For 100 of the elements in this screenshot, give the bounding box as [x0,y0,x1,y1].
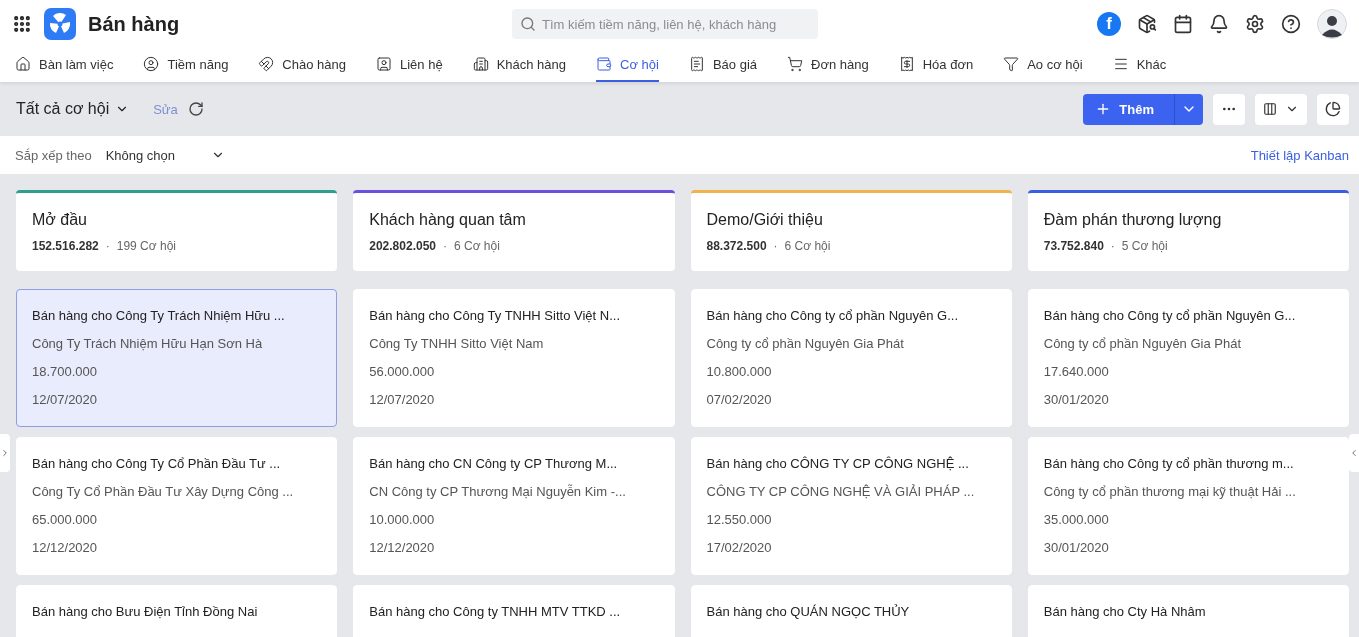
settings-icon[interactable] [1245,14,1265,34]
app-title: Bán hàng [88,12,180,36]
wallet-icon [596,56,613,72]
card-amount: 12.550.000 [706,512,773,527]
nav-tab[interactable]: Báo giá [688,48,757,82]
card-company: Công ty cổ phần thương mại kỹ thuật Hải ... [1043,484,1297,499]
opportunity-card[interactable]: Bán hàng cho Công Ty Cổ Phần Đầu Tư ... Công Ty Cổ Phần Đầu Tư Xây Dựng Công ... 65.000.000 12/12/2020 [16,437,338,575]
card-title: Bán hàng cho Cty Hà Nhâm [1043,604,1207,619]
help-icon[interactable] [1281,14,1301,34]
card-company: Công ty cổ phần Nguyên Gia Phát [1043,336,1243,351]
card-amount: 10.000.000 [369,512,436,527]
card-amount: 65.000.000 [32,512,99,527]
search-field[interactable]: Tìm kiếm tiềm năng, liên hệ, khách hàng [512,9,818,39]
card-title: Bán hàng cho QUÁN NGỌC THỦY [706,604,911,619]
opportunity-card[interactable]: Bán hàng cho Công ty TNHH MTV TTKD ... [353,585,675,637]
nav-tab[interactable]: Ao cơ hội [1003,48,1083,82]
card-title: Bán hàng cho CN Công ty CP Thương M... [369,456,619,471]
opportunity-card[interactable]: Bán hàng cho Công Ty Trách Nhiệm Hữu ... Công Ty Trách Nhiệm Hữu Hạn Sơn Hà 18.700.000 12/07/2020 [16,289,338,427]
menu-icon [1112,56,1129,72]
card-company: Công Ty TNHH Sitto Việt Nam [369,336,545,351]
chevron-left-icon [1349,448,1359,458]
sort-dropdown[interactable]: Không chọn [105,147,226,163]
card-title: Bán hàng cho Công ty cổ phần Nguyên G... [706,308,959,323]
opportunity-card[interactable]: Bán hàng cho Công ty cổ phần thương m... Công ty cổ phần thương mại kỹ thuật Hải ... 35.000.000 30/01/2020 [1027,437,1349,575]
contact-card-icon [376,56,392,72]
card-company: Công ty cổ phần Nguyên Gia Phát [706,336,905,351]
card-amount: 18.700.000 [32,364,99,379]
card-title: Bán hàng cho Bưu Điện Tỉnh Đồng Nai [32,604,259,619]
card-date: 12/07/2020 [369,392,436,407]
card-company: CÔNG TY CP CÔNG NGHỆ VÀ GIẢI PHÁP ... [706,484,976,499]
refresh-icon[interactable] [187,101,204,117]
separator-dot: · [105,239,110,253]
funnel-icon [1003,56,1020,72]
user-circle-icon [143,56,160,72]
apps-grid-icon[interactable] [12,14,32,34]
separator-dot: · [1110,239,1115,253]
column-total: 152.516.282 [32,239,99,253]
opportunity-card[interactable]: Bán hàng cho Cty Hà Nhâm [1027,585,1349,637]
opportunity-card[interactable]: Bán hàng cho CÔNG TY CP CÔNG NGHỆ ... CÔNG TY CP CÔNG NGHỆ VÀ GIẢI PHÁP ... 12.550.000 17/02/2020 [690,437,1012,575]
view-mode-button[interactable] [1255,93,1307,125]
nav-tab[interactable]: Bàn làm việc [15,48,114,82]
box-search-icon[interactable] [1137,14,1157,34]
chart-button[interactable] [1317,93,1349,125]
card-title: Bán hàng cho Công Ty TNHH Sitto Việt N... [369,308,621,323]
opportunity-card[interactable]: Bán hàng cho Công ty cổ phần Nguyên G... Công ty cổ phần Nguyên Gia Phát 17.640.000 30/01/2020 [1027,289,1349,427]
nav-tab[interactable]: Chào hàng [258,48,346,82]
opportunity-card[interactable]: Bán hàng cho Công Ty TNHH Sitto Việt N... Công Ty TNHH Sitto Việt Nam 56.000.000 12/07/2020 [353,289,675,427]
opportunity-card[interactable]: Bán hàng cho CN Công ty CP Thương M... CN Công ty CP Thương Mại Nguyễn Kim -... 10.000.000 12/12/2020 [353,437,675,575]
nav-tab[interactable]: Khách hàng [472,48,567,82]
card-title: Bán hàng cho Công Ty Trách Nhiệm Hữu ... [32,308,286,323]
column-title: Mở đầu [32,211,88,229]
nav-tab[interactable]: Đơn hàng [787,48,869,82]
separator-dot: · [443,239,447,253]
cart-icon [787,56,803,72]
receipt-icon [898,56,915,72]
column-total: 202.802.050 [369,239,436,253]
facebook-icon[interactable]: f [1097,12,1121,36]
card-date: 12/12/2020 [32,540,99,555]
avatar[interactable] [1317,9,1347,39]
card-date: 30/01/2020 [1043,540,1110,555]
chevron-right-icon [0,448,10,458]
card-title: Bán hàng cho CÔNG TY CP CÔNG NGHỆ ... [706,456,970,471]
card-amount: 17.640.000 [1043,364,1110,379]
building-icon [472,56,489,72]
opportunity-card[interactable]: Bán hàng cho Bưu Điện Tỉnh Đồng Nai [16,585,338,637]
kanban-settings-link[interactable]: Thiết lập Kanban [1250,147,1349,163]
nav-tab[interactable]: Hóa đơn [898,48,974,82]
card-amount: 10.800.000 [706,364,773,379]
opportunity-card[interactable]: Bán hàng cho Công ty cổ phần Nguyên G... Công ty cổ phần Nguyên Gia Phát 10.800.000 07/02/2020 [690,289,1012,427]
separator-dot: · [773,239,778,253]
nav-tab[interactable]: Tiềm năng [143,48,229,82]
card-date: 12/12/2020 [369,540,436,555]
card-amount: 56.000.000 [369,364,436,379]
card-title: Bán hàng cho Công ty TNHH MTV TTKD ... [369,604,622,619]
card-date: 07/02/2020 [706,392,773,407]
opportunity-count: 199 Cơ hội [116,239,176,253]
columns-icon [1263,102,1277,116]
house-icon [15,56,31,72]
nav-tab[interactable]: Liên hệ [376,48,443,82]
card-company: Công Ty Trách Nhiệm Hữu Hạn Sơn Hà [32,336,264,351]
column-title: Demo/Giới thiệu [706,211,824,229]
opportunity-card[interactable]: Bán hàng cho QUÁN NGỌC THỦY [690,585,1012,637]
column-title: Khách hàng quan tâm [369,211,527,229]
card-title: Bán hàng cho Công ty cổ phần thương m... [1043,456,1295,471]
opportunity-count: 5 Cơ hội [1121,239,1168,253]
card-title: Bán hàng cho Công ty cổ phần Nguyên G... [1043,308,1297,323]
column-title: Đàm phán thương lượng [1043,211,1223,229]
calendar-icon[interactable] [1173,14,1193,34]
receipt-icon [688,56,705,72]
card-date: 12/07/2020 [32,392,99,407]
column-total: 88.372.500 [706,239,767,253]
nav-tab[interactable]: Khác [1112,48,1167,82]
search-icon [520,16,536,32]
app-logo [44,8,76,40]
sort-label: Sắp xếp theo [15,147,92,163]
card-title: Bán hàng cho Công Ty Cổ Phần Đầu Tư ... [32,456,282,471]
view-selector[interactable]: Tất cả cơ hội [16,100,130,118]
card-company: Công Ty Cổ Phần Đầu Tư Xây Dựng Công ... [32,484,295,499]
opportunity-count: 6 Cơ hội [454,239,500,253]
bell-icon[interactable] [1209,14,1229,34]
